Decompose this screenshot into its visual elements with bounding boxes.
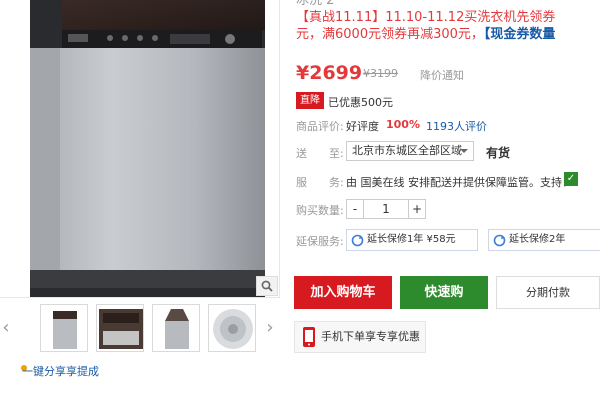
discount-text: 已优惠500元	[328, 96, 393, 109]
cash-coupon-link[interactable]: 【现金券数量	[484, 27, 556, 42]
good-rate-label: 好评度	[346, 120, 379, 133]
thumbnail-1[interactable]	[40, 304, 88, 352]
thumbnail-3[interactable]	[152, 304, 200, 352]
warranty-option-1[interactable]: 延长保修1年 ¥58元	[346, 229, 478, 251]
price-drop-notify-link[interactable]: 降价通知	[420, 67, 464, 83]
product-gallery: ‹ › 一键分享享提成	[0, 0, 280, 400]
promo-line-3: 元，满6000元领券再减300元，【现金券数量	[296, 27, 556, 42]
stock-status: 有货	[486, 146, 511, 160]
washing-machine-image	[30, 0, 265, 297]
thumbnail-2[interactable]	[96, 304, 144, 352]
good-rate-value: 100%	[386, 118, 420, 131]
current-price: ¥2699	[296, 62, 363, 84]
service-text: 由 国美在线 安排配送并提供保障监管。支持：	[346, 176, 573, 189]
mobile-phone-icon	[303, 327, 315, 347]
zoom-icon[interactable]	[256, 276, 278, 296]
product-main-image[interactable]	[0, 0, 280, 298]
share-link[interactable]: 一键分享享提成	[22, 363, 99, 379]
check-icon: ✓	[564, 172, 578, 186]
refresh-icon	[351, 234, 364, 247]
review-count-link[interactable]: 1193人评价	[426, 118, 487, 134]
chevron-right-icon[interactable]: ›	[264, 318, 276, 338]
thumbnail-4[interactable]	[208, 304, 256, 352]
delivery-label: 送 至:	[296, 147, 344, 160]
quantity-minus-button[interactable]: -	[346, 199, 364, 219]
chevron-down-icon	[460, 149, 468, 153]
quantity-input[interactable]: 1	[363, 199, 409, 219]
region-select[interactable]: 北京市东城区全部区域	[346, 141, 474, 161]
add-to-cart-button[interactable]: 加入购物车	[294, 276, 392, 309]
installment-button[interactable]: 分期付款	[496, 276, 600, 309]
service-label: 服 务:	[296, 176, 344, 189]
refresh-icon	[493, 234, 506, 247]
warranty-label: 延保服务:	[296, 235, 344, 248]
discount-badge: 直降	[296, 92, 324, 109]
warranty-option-2[interactable]: 延长保修2年	[488, 229, 600, 251]
rating-label: 商品评价:	[296, 120, 344, 133]
quantity-plus-button[interactable]: +	[408, 199, 426, 219]
quantity-label: 购买数量:	[296, 204, 344, 217]
chevron-left-icon[interactable]: ‹	[0, 318, 12, 338]
mobile-promo-button[interactable]: 手机下单享专享优惠	[294, 321, 426, 353]
quick-buy-button[interactable]: 快速购	[400, 276, 488, 309]
original-price: ¥3199	[363, 67, 398, 80]
thumbnail-strip: ‹ ›	[0, 304, 280, 354]
